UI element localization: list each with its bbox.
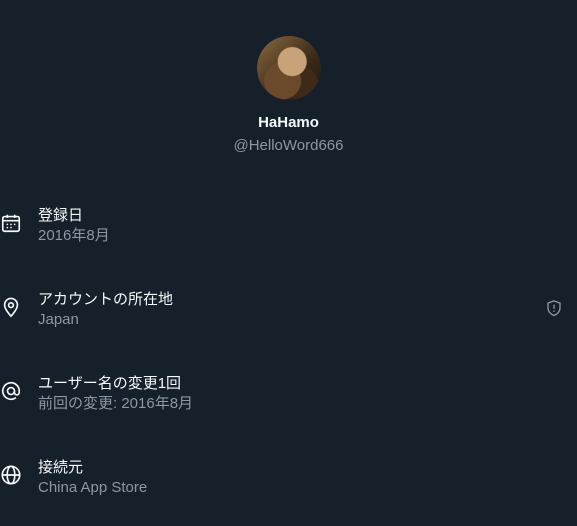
info-row-account-location: アカウントの所在地 Japan xyxy=(0,290,577,334)
shield-icon[interactable] xyxy=(545,299,563,317)
info-row-value: China App Store xyxy=(38,479,148,496)
info-row-connected-via: 接続元 China App Store xyxy=(0,458,577,502)
display-name: HaHamo xyxy=(258,114,319,131)
info-row-username-changes: ユーザー名の変更1回 前回の変更: 2016年8月 xyxy=(0,374,577,418)
location-pin-icon xyxy=(0,296,22,318)
avatar[interactable] xyxy=(256,36,321,100)
info-row-label: ユーザー名の変更1回 xyxy=(38,375,182,392)
calendar-icon xyxy=(0,212,22,234)
info-row-value: 2016年8月 xyxy=(38,227,110,244)
info-row-value: 前回の変更: 2016年8月 xyxy=(38,395,194,412)
info-row-label: アカウントの所在地 xyxy=(38,291,174,308)
profile-header: HaHamo @HelloWord666 xyxy=(0,36,577,154)
info-row-value: Japan xyxy=(38,311,79,328)
globe-icon xyxy=(0,464,22,486)
at-sign-icon xyxy=(0,380,22,402)
info-row-join-date: 登録日 2016年8月 xyxy=(0,206,577,250)
info-row-label: 登録日 xyxy=(38,207,84,224)
user-handle: @HelloWord666 xyxy=(233,137,344,154)
info-row-label: 接続元 xyxy=(38,459,84,476)
